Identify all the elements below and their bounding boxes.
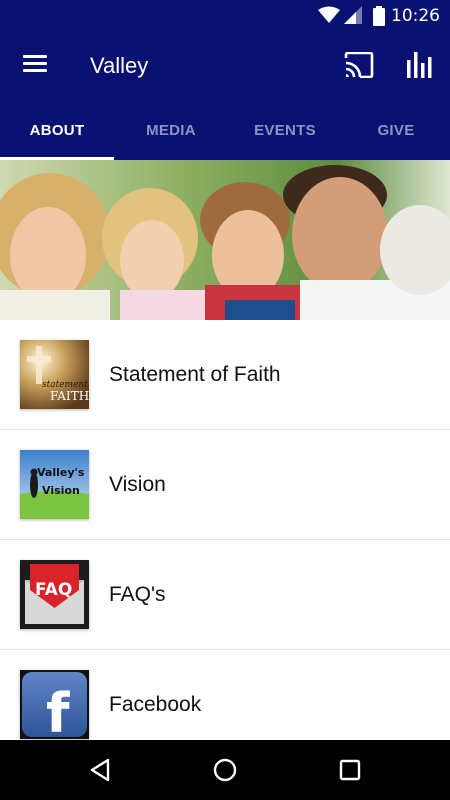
menu-icon[interactable] [20, 52, 50, 80]
cast-icon[interactable] [344, 52, 374, 78]
list-item-label: Facebook [109, 693, 202, 716]
thumb-text-valleys: Valley's [37, 466, 85, 479]
vision-thumbnail: Valley's Vision [20, 450, 89, 519]
home-icon[interactable] [210, 755, 240, 785]
signal-icon [344, 6, 362, 24]
battery-icon [373, 6, 385, 26]
app-bar: Valley [0, 32, 450, 100]
app-title: Valley [90, 53, 149, 78]
tab-media[interactable]: MEDIA [114, 100, 228, 160]
thumb-text-vision: Vision [42, 484, 80, 497]
list-item-label: Vision [109, 473, 166, 496]
system-nav-bar [0, 740, 450, 800]
list-item-label: Statement of Faith [109, 363, 281, 386]
stats-icon[interactable] [406, 52, 434, 78]
status-bar: 10:26 [0, 0, 450, 32]
tab-about[interactable]: ABOUT [0, 100, 114, 160]
statement-of-faith-thumbnail: statement FAITH [20, 340, 89, 409]
faq-thumbnail: FAQ [20, 560, 89, 629]
tab-bar: ABOUT MEDIA EVENTS GIVE [0, 100, 450, 160]
thumb-text-faq: FAQ [35, 580, 72, 600]
list-item-statement-of-faith[interactable]: statement FAITH Statement of Faith [0, 320, 450, 430]
about-list: statement FAITH Statement of Faith Valle… [0, 320, 450, 740]
list-item-faqs[interactable]: FAQ FAQ's [0, 540, 450, 650]
list-item-vision[interactable]: Valley's Vision Vision [0, 430, 450, 540]
facebook-icon: f [20, 670, 89, 739]
thumb-text-faith: FAITH [50, 389, 89, 403]
thumb-text-f: f [46, 682, 70, 739]
recent-apps-icon[interactable] [335, 755, 365, 785]
tab-give[interactable]: GIVE [342, 100, 450, 160]
hero-banner-image [0, 160, 450, 320]
list-item-facebook[interactable]: f Facebook [0, 650, 450, 740]
status-time: 10:26 [391, 6, 440, 26]
list-item-label: FAQ's [109, 583, 166, 606]
tab-events[interactable]: EVENTS [228, 100, 342, 160]
wifi-icon [318, 6, 340, 23]
back-icon[interactable] [86, 755, 116, 785]
